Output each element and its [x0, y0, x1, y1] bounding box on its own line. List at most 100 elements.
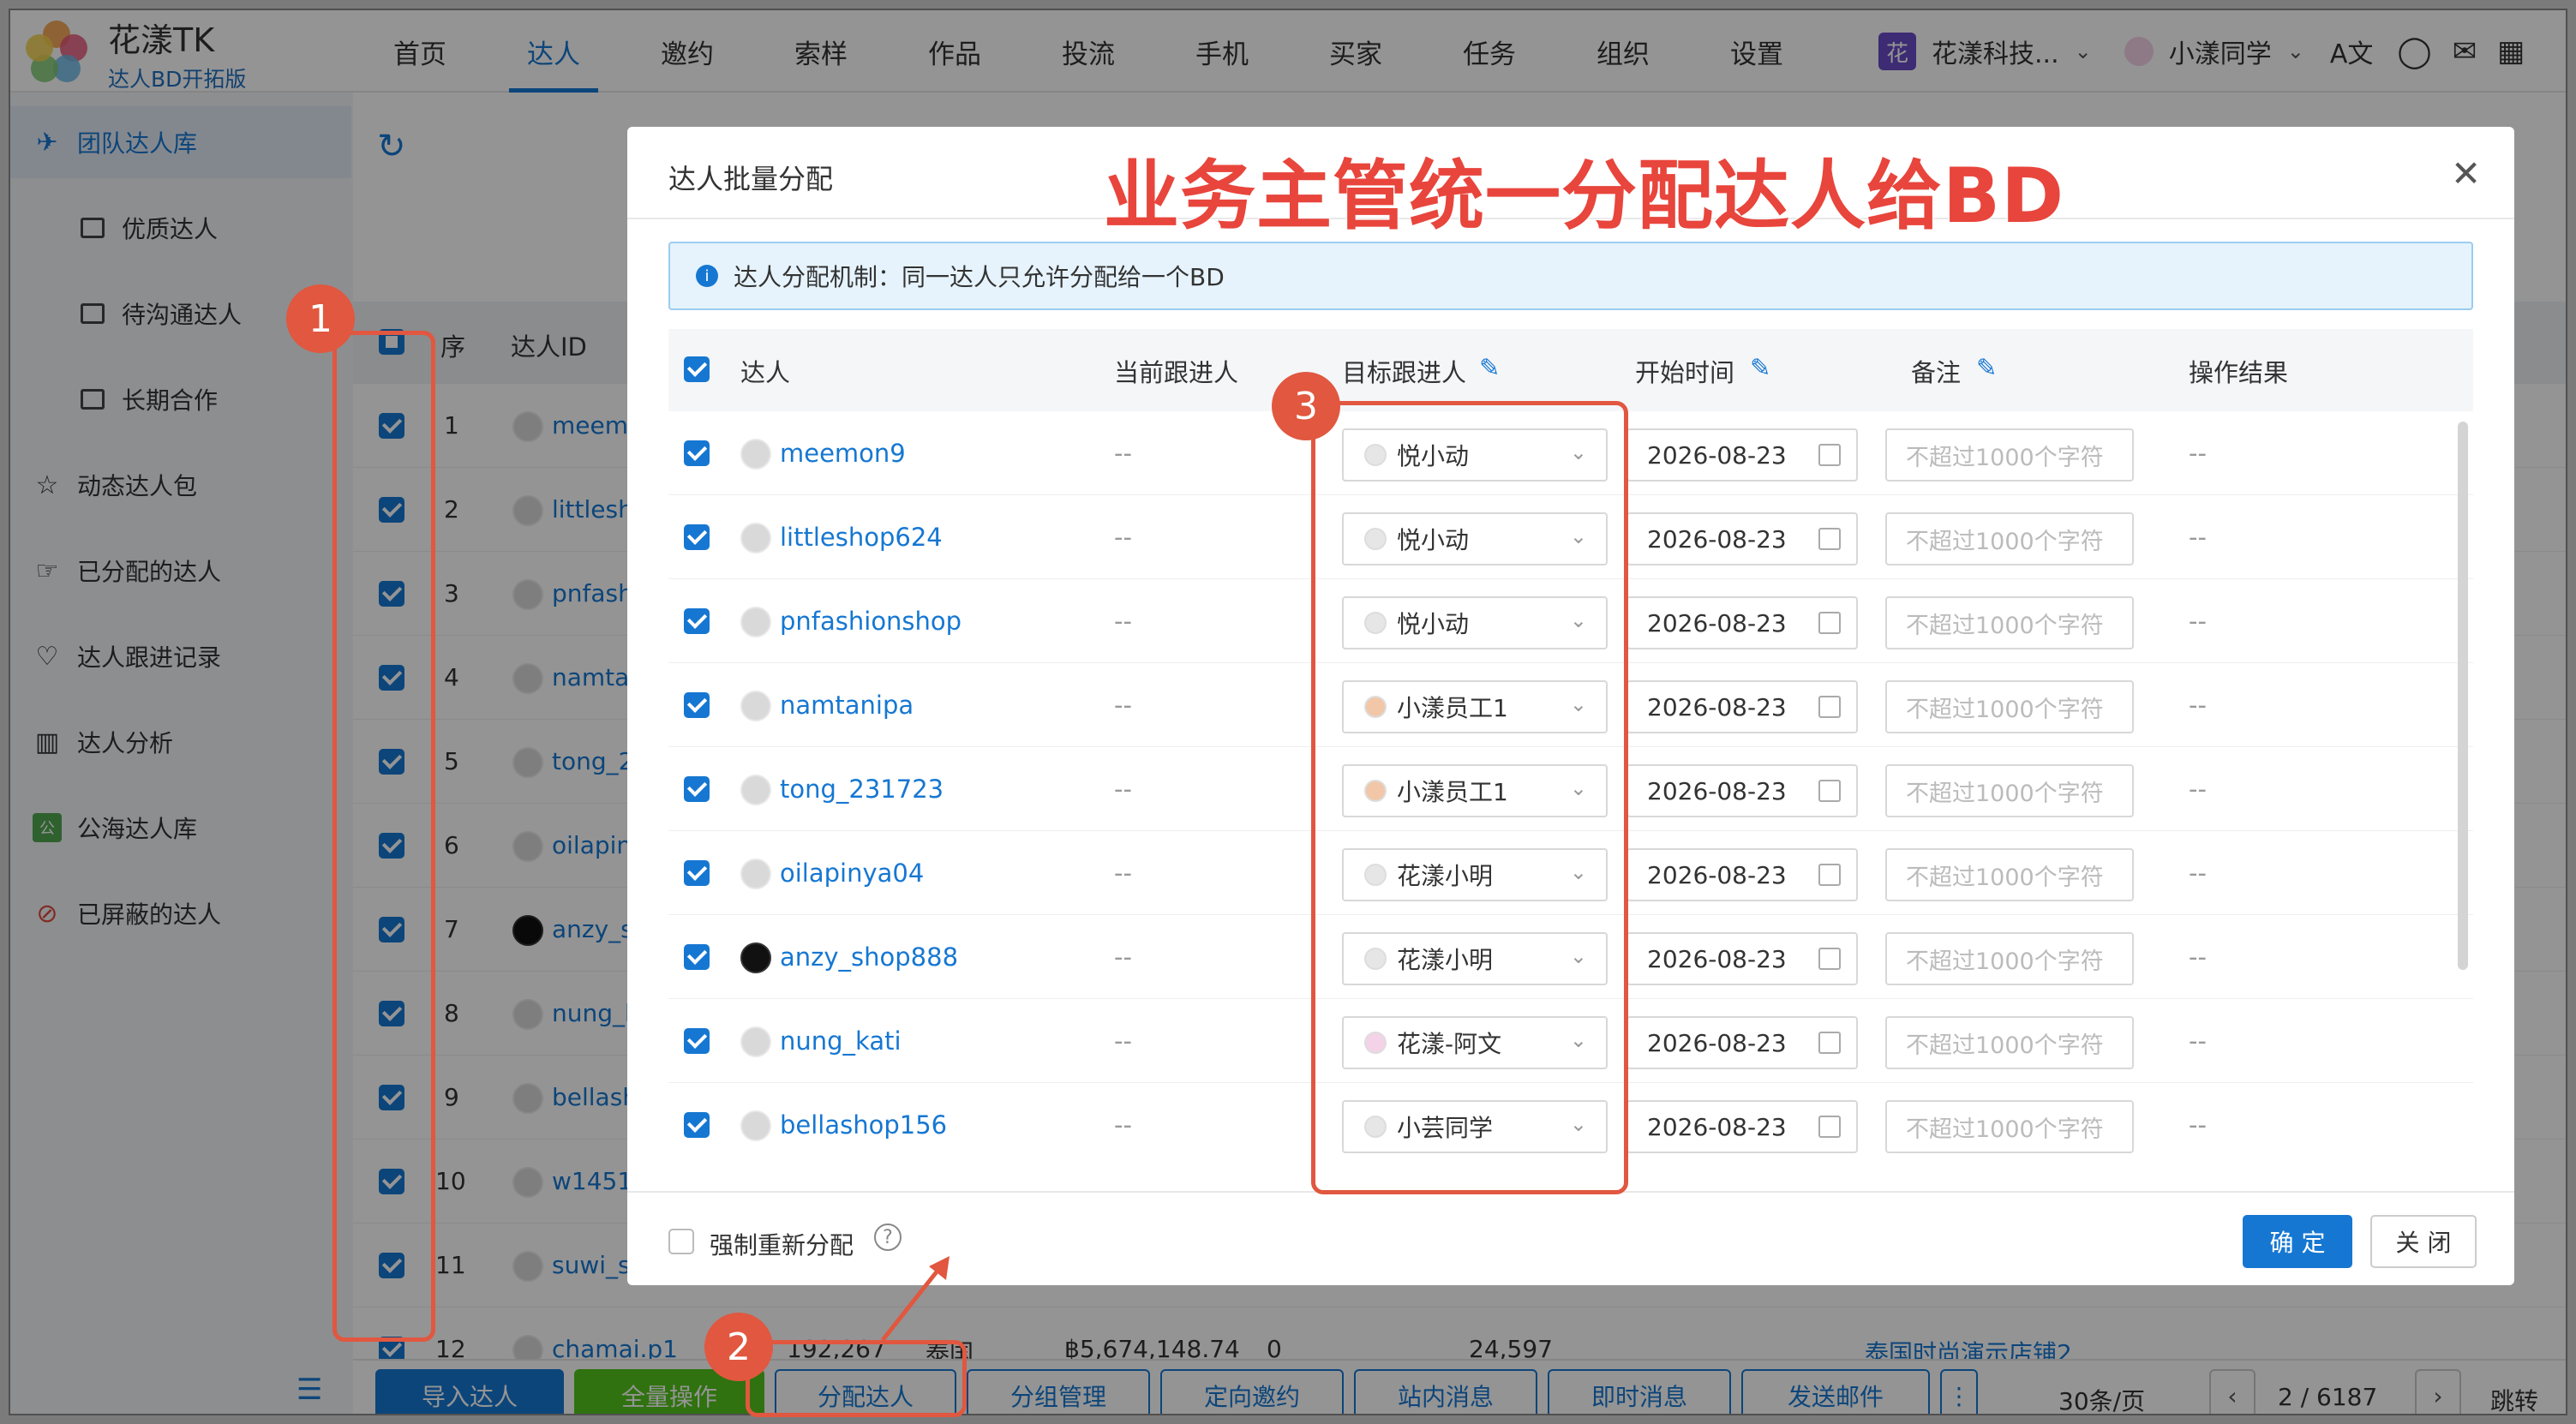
calendar-icon — [1818, 528, 1841, 550]
annotation-box-1 — [332, 331, 435, 1342]
edit-icon[interactable]: ✎ — [1479, 353, 1500, 382]
dialog-title: 达人批量分配 — [668, 163, 834, 195]
start-date-picker[interactable]: 2026-08-23 — [1626, 596, 1858, 649]
current-owner: -- — [1114, 691, 1132, 720]
start-date: 2026-08-23 — [1647, 692, 1787, 721]
edit-icon[interactable]: ✎ — [1750, 353, 1770, 382]
current-owner: -- — [1114, 942, 1132, 972]
start-date: 2026-08-23 — [1647, 1112, 1787, 1141]
select-all-checkbox[interactable] — [684, 356, 710, 382]
note-input[interactable]: 不超过1000个字符 — [1885, 596, 2134, 649]
creator-link[interactable]: littleshop624 — [780, 523, 943, 552]
creator-link[interactable]: nung_kati — [780, 1026, 902, 1056]
row-checkbox[interactable] — [684, 1028, 710, 1054]
result: -- — [2189, 1110, 2207, 1140]
force-reassign-checkbox[interactable] — [668, 1229, 694, 1254]
row-checkbox[interactable] — [684, 608, 710, 634]
close-button[interactable]: 关 闭 — [2370, 1215, 2477, 1268]
avatar — [740, 1110, 771, 1141]
avatar — [740, 607, 771, 637]
help-icon[interactable]: ? — [874, 1224, 902, 1251]
start-date-picker[interactable]: 2026-08-23 — [1626, 1100, 1858, 1153]
col-start: 开始时间 — [1635, 358, 1735, 387]
result: -- — [2189, 439, 2207, 468]
col-creator: 达人 — [740, 358, 791, 387]
current-owner: -- — [1114, 607, 1132, 636]
start-date: 2026-08-23 — [1647, 1028, 1787, 1057]
note-input[interactable]: 不超过1000个字符 — [1885, 1016, 2134, 1069]
start-date-picker[interactable]: 2026-08-23 — [1626, 932, 1858, 985]
calendar-icon — [1818, 696, 1841, 718]
current-owner: -- — [1114, 439, 1132, 468]
current-owner: -- — [1114, 1110, 1132, 1140]
annotation-badge-1: 1 — [286, 284, 355, 353]
start-date-picker[interactable]: 2026-08-23 — [1626, 1016, 1858, 1069]
row-checkbox[interactable] — [684, 860, 710, 886]
calendar-icon — [1818, 444, 1841, 466]
avatar — [740, 859, 771, 889]
start-date-picker[interactable]: 2026-08-23 — [1626, 428, 1858, 482]
avatar — [740, 439, 771, 470]
avatar — [740, 1026, 771, 1057]
row-checkbox[interactable] — [684, 524, 710, 550]
start-date-picker[interactable]: 2026-08-23 — [1626, 512, 1858, 565]
result: -- — [2189, 942, 2207, 972]
creator-link[interactable]: pnfashionshop — [780, 607, 962, 636]
col-current: 当前跟进人 — [1114, 358, 1239, 387]
info-icon: i — [696, 265, 718, 287]
annotation-badge-2: 2 — [704, 1313, 773, 1381]
row-checkbox[interactable] — [684, 1112, 710, 1138]
result: -- — [2189, 607, 2207, 636]
col-note: 备注 — [1911, 358, 1962, 387]
creator-link[interactable]: tong_231723 — [780, 775, 944, 804]
row-checkbox[interactable] — [684, 440, 710, 466]
calendar-icon — [1818, 948, 1841, 970]
info-text: 达人分配机制：同一达人只允许分配给一个BD — [734, 263, 1225, 291]
result: -- — [2189, 691, 2207, 720]
start-date: 2026-08-23 — [1647, 608, 1787, 637]
start-date: 2026-08-23 — [1647, 860, 1787, 889]
current-owner: -- — [1114, 775, 1132, 804]
creator-link[interactable]: anzy_shop888 — [780, 942, 958, 972]
note-input[interactable]: 不超过1000个字符 — [1885, 512, 2134, 565]
creator-link[interactable]: meemon9 — [780, 439, 906, 468]
note-input[interactable]: 不超过1000个字符 — [1885, 428, 2134, 482]
start-date: 2026-08-23 — [1647, 776, 1787, 805]
dialog-table-header: 达人 当前跟进人 目标跟进人 ✎ 开始时间 ✎ 备注 ✎ 操作结果 — [668, 329, 2473, 411]
confirm-button[interactable]: 确 定 — [2243, 1215, 2352, 1268]
annotation-box-3 — [1311, 401, 1628, 1194]
note-input[interactable]: 不超过1000个字符 — [1885, 932, 2134, 985]
note-input[interactable]: 不超过1000个字符 — [1885, 680, 2134, 733]
edit-icon[interactable]: ✎ — [1976, 353, 1997, 382]
current-owner: -- — [1114, 523, 1132, 552]
start-date-picker[interactable]: 2026-08-23 — [1626, 680, 1858, 733]
row-checkbox[interactable] — [684, 692, 710, 718]
calendar-icon — [1818, 612, 1841, 634]
row-checkbox[interactable] — [684, 776, 710, 802]
creator-link[interactable]: oilapinya04 — [780, 859, 924, 888]
annotation-title: 业务主管统一分配达人给BD — [1104, 152, 2065, 240]
avatar — [740, 775, 771, 805]
calendar-icon — [1818, 780, 1841, 802]
calendar-icon — [1818, 864, 1841, 886]
annotation-badge-3: 3 — [1272, 372, 1340, 440]
creator-link[interactable]: namtanipa — [780, 691, 914, 720]
note-input[interactable]: 不超过1000个字符 — [1885, 848, 2134, 901]
creator-link[interactable]: bellashop156 — [780, 1110, 947, 1140]
row-checkbox[interactable] — [684, 944, 710, 970]
result: -- — [2189, 523, 2207, 552]
start-date-picker[interactable]: 2026-08-23 — [1626, 764, 1858, 817]
annotation-box-2 — [746, 1340, 967, 1417]
calendar-icon — [1818, 1032, 1841, 1054]
start-date: 2026-08-23 — [1647, 524, 1787, 553]
note-input[interactable]: 不超过1000个字符 — [1885, 764, 2134, 817]
current-owner: -- — [1114, 1026, 1132, 1056]
start-date: 2026-08-23 — [1647, 944, 1787, 973]
dialog-scrollbar[interactable] — [2458, 422, 2468, 970]
col-target: 目标跟进人 — [1342, 358, 1467, 387]
start-date-picker[interactable]: 2026-08-23 — [1626, 848, 1858, 901]
close-icon[interactable]: ✕ — [2451, 153, 2481, 194]
start-date: 2026-08-23 — [1647, 440, 1787, 470]
note-input[interactable]: 不超过1000个字符 — [1885, 1100, 2134, 1153]
result: -- — [2189, 1026, 2207, 1056]
